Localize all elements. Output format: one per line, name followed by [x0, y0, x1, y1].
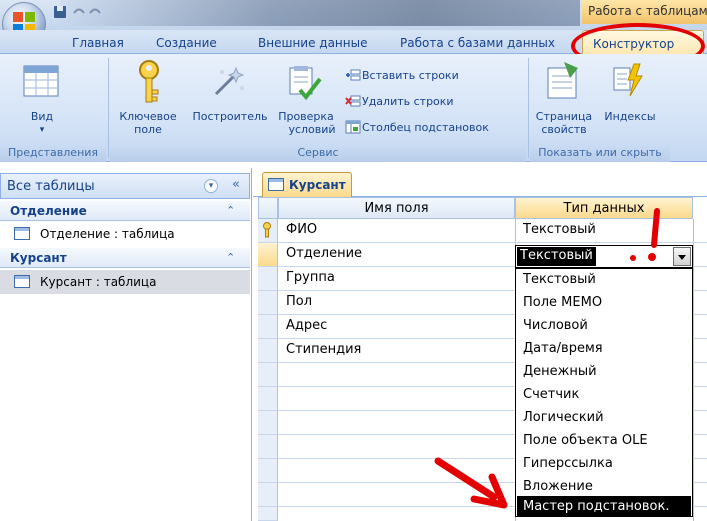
- view-icon[interactable]: [22, 64, 62, 100]
- nav-menu-chevron-icon[interactable]: ▾: [204, 179, 218, 193]
- row-selector[interactable]: [258, 483, 278, 507]
- nav-group-label: Курсант: [10, 251, 67, 265]
- chevron-down-icon[interactable]: ▾: [36, 124, 48, 137]
- builder-button-label[interactable]: Построитель: [186, 110, 274, 123]
- insert-rows-label[interactable]: Вставить строки: [362, 69, 459, 82]
- property-sheet-label-2[interactable]: свойств: [532, 123, 596, 136]
- table-icon: [268, 178, 284, 191]
- primary-key-icon: [263, 222, 271, 238]
- key-field-label-1[interactable]: Ключевое: [116, 110, 180, 123]
- nav-group-label: Отделение: [10, 204, 87, 218]
- nav-item-label: Курсант : таблица: [40, 275, 157, 289]
- group-label-tools: Сервис: [110, 146, 526, 162]
- indexes-lightning-icon[interactable]: [610, 62, 644, 102]
- nav-group-department[interactable]: Отделение: [0, 201, 250, 221]
- row-selector[interactable]: [258, 507, 278, 521]
- nav-item-label: Отделение : таблица: [40, 227, 175, 241]
- lookup-column-icon[interactable]: [345, 120, 361, 134]
- quick-access-toolbar[interactable]: [52, 4, 112, 20]
- key-field-label-2[interactable]: поле: [116, 123, 180, 136]
- builder-wand-icon[interactable]: [212, 64, 246, 98]
- row-selector[interactable]: [258, 435, 278, 459]
- group-label-views: Представления: [0, 146, 106, 162]
- group-collapse-icon[interactable]: ⌃: [226, 204, 235, 217]
- row-selector[interactable]: [258, 267, 278, 291]
- validation-label-1[interactable]: Проверка: [274, 110, 338, 123]
- table-icon: [14, 227, 30, 240]
- tab-create[interactable]: Создание: [156, 36, 217, 50]
- annotation-marks: [434, 208, 660, 509]
- validation-label-2[interactable]: условий: [280, 123, 344, 136]
- tab-home[interactable]: Главная: [72, 36, 124, 50]
- insert-rows-icon[interactable]: [345, 68, 361, 82]
- nav-group-cadet[interactable]: Курсант: [0, 248, 250, 268]
- row-selector[interactable]: [258, 339, 278, 363]
- group-separator: [528, 58, 529, 158]
- title-bar-shade: [60, 0, 580, 26]
- nav-item-cadet-table[interactable]: Курсант : таблица: [0, 270, 250, 294]
- delete-rows-label[interactable]: Удалить строки: [362, 95, 454, 108]
- lookup-column-label[interactable]: Столбец подстановок: [362, 121, 489, 134]
- row-selector[interactable]: [258, 459, 278, 483]
- tab-database-tools[interactable]: Работа с базами данных: [400, 36, 555, 50]
- group-separator: [108, 58, 109, 158]
- row-selector[interactable]: [258, 315, 278, 339]
- row-selector[interactable]: [258, 291, 278, 315]
- indexes-label[interactable]: Индексы: [598, 110, 662, 123]
- row-selector[interactable]: [258, 387, 278, 411]
- tab-external-data[interactable]: Внешние данные: [258, 36, 367, 50]
- row-selector[interactable]: [258, 363, 278, 387]
- context-tab-header: Работа с таблицам: [582, 0, 707, 24]
- key-icon[interactable]: [136, 60, 164, 106]
- group-label-show-hide: Показать или скрыть: [530, 146, 670, 162]
- delete-rows-icon[interactable]: [345, 94, 361, 108]
- row-selector[interactable]: [258, 243, 278, 267]
- nav-collapse-icon[interactable]: «: [232, 177, 240, 192]
- table-icon: [14, 275, 30, 288]
- row-selector[interactable]: [258, 411, 278, 435]
- validation-check-icon[interactable]: [286, 64, 326, 102]
- row-selector-header[interactable]: [258, 197, 278, 219]
- property-sheet-label-1[interactable]: Страница: [532, 110, 596, 123]
- property-sheet-icon[interactable]: [544, 60, 586, 102]
- view-button-label[interactable]: Вид: [26, 110, 58, 123]
- nav-item-department-table[interactable]: Отделение : таблица: [0, 222, 250, 246]
- group-collapse-icon[interactable]: ⌃: [226, 251, 235, 264]
